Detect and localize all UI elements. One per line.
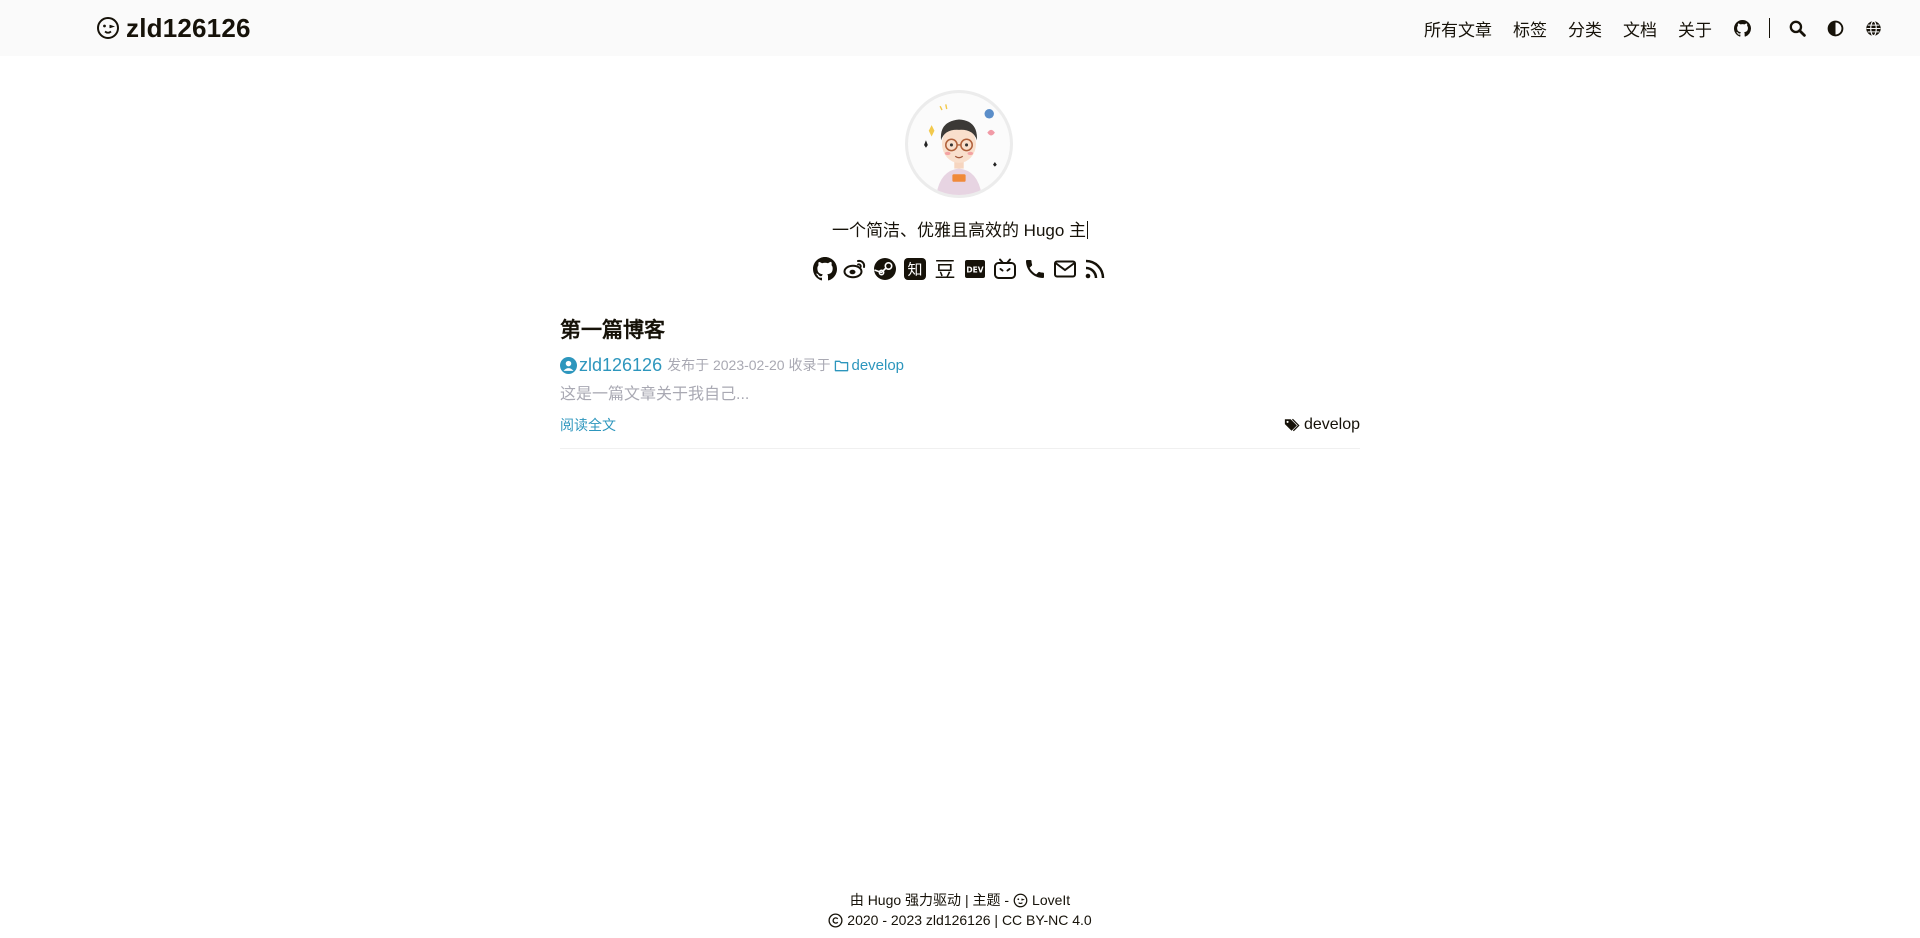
avatar: [905, 90, 1013, 198]
category-link[interactable]: develop: [834, 357, 904, 374]
typing-caret: [1087, 221, 1089, 239]
zhihu-icon[interactable]: 知: [903, 256, 927, 282]
copyright-icon: [828, 912, 843, 928]
post-divider: [560, 448, 1360, 449]
douban-icon[interactable]: 豆: [933, 256, 957, 282]
tag-name: develop: [1303, 416, 1360, 433]
author-name: zld126126: [579, 354, 663, 375]
powered-by-text: 由 Hugo 强力驱动 | 主题 -: [849, 892, 1010, 908]
theme-toggle-icon[interactable]: [1826, 19, 1844, 37]
published-date: 发布于 2023-02-20 收录于: [667, 357, 831, 373]
phone-icon[interactable]: [1023, 256, 1047, 282]
email-icon[interactable]: [1053, 256, 1077, 282]
post-excerpt: 这是一篇文章关于我自己...: [560, 386, 750, 403]
nav-about[interactable]: 关于: [1678, 16, 1712, 41]
search-icon[interactable]: [1788, 19, 1806, 37]
nav-posts[interactable]: 所有文章: [1424, 16, 1492, 41]
steam-icon[interactable]: [873, 256, 897, 282]
subtitle-text: 一个简洁、优雅且高效的 Hugo 主: [831, 221, 1087, 240]
weibo-icon[interactable]: [843, 256, 867, 282]
site-title: zld126126: [126, 12, 251, 43]
nav-divider: [1769, 18, 1770, 38]
nav-docs[interactable]: 文档: [1623, 16, 1657, 41]
social-links: 知 豆 DEV: [0, 256, 1920, 282]
language-globe-icon[interactable]: [1864, 19, 1882, 37]
author-link[interactable]: zld126126: [560, 355, 662, 376]
svg-text:知: 知: [907, 261, 922, 279]
site-header: zld126126 所有文章 标签 分类 文档 关于: [0, 0, 1920, 56]
tag-link[interactable]: develop: [1284, 416, 1360, 434]
nav-tags[interactable]: 标签: [1513, 16, 1547, 41]
main-nav: 所有文章 标签 分类 文档 关于: [1424, 14, 1882, 42]
tags-icon: [1284, 418, 1300, 432]
site-footer: 由 Hugo 强力驱动 | 主题 - LoveIt 2020 - 2023 zl…: [0, 890, 1920, 930]
post-title-link[interactable]: 第一篇博客: [560, 316, 1360, 346]
loveit-logo-icon: [1013, 893, 1028, 907]
theme-link[interactable]: LoveIt: [1032, 890, 1070, 910]
github-icon[interactable]: [813, 256, 837, 282]
svg-text:豆: 豆: [935, 258, 956, 281]
github-icon[interactable]: [1733, 19, 1751, 37]
post-footer: 阅读全文 develop: [560, 414, 1360, 436]
site-subtitle: 一个简洁、优雅且高效的 Hugo 主: [0, 216, 1920, 241]
rss-icon[interactable]: [1083, 256, 1107, 282]
user-circle-icon: [560, 356, 577, 374]
copyright-text: 2020 - 2023 zld126126 | CC BY-NC 4.0: [847, 912, 1092, 928]
folder-icon: [835, 360, 849, 371]
post-meta: zld126126 发布于 2023-02-20 收录于 develop: [560, 354, 1360, 376]
nav-categories[interactable]: 分类: [1568, 16, 1602, 41]
dev-icon[interactable]: DEV: [963, 256, 987, 282]
loveit-logo-icon: [97, 17, 119, 39]
copyright-line: 2020 - 2023 zld126126 | CC BY-NC 4.0: [0, 910, 1920, 930]
read-more-link[interactable]: 阅读全文: [560, 415, 616, 435]
site-logo-link[interactable]: zld126126: [96, 12, 251, 44]
post-summary-card: 第一篇博客 zld126126 发布于 2023-02-20 收录于 devel…: [560, 316, 1360, 449]
category-name: develop: [851, 356, 905, 374]
bilibili-icon[interactable]: [993, 256, 1017, 282]
svg-text:DEV: DEV: [966, 266, 983, 275]
powered-by-line: 由 Hugo 强力驱动 | 主题 - LoveIt: [0, 890, 1920, 910]
